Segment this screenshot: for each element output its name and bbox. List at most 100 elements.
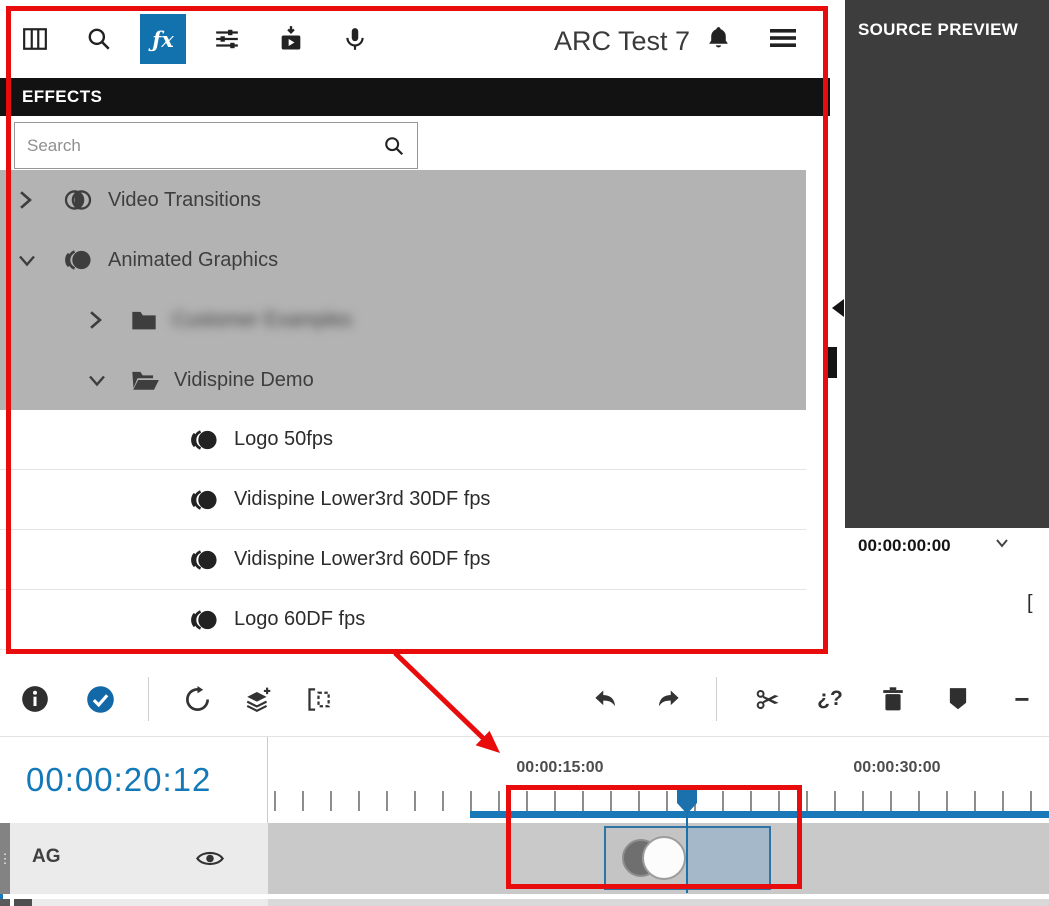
toolbar-icon-group: ƒx (12, 14, 378, 64)
board-view-button[interactable] (12, 14, 58, 64)
chevron-right-icon[interactable] (18, 190, 38, 210)
tree-item-lower3rd-30df[interactable]: Vidispine Lower3rd 30DF fps (0, 470, 806, 530)
project-title: ARC Test 7 (528, 26, 690, 57)
track-visibility-toggle[interactable] (196, 849, 224, 868)
tree-item-vidispine-demo[interactable]: Vidispine Demo (0, 350, 806, 410)
tree-item-label: Animated Graphics (108, 249, 278, 272)
export-media-button[interactable] (268, 14, 314, 64)
effects-tree: Video Transitions Animated Graphics (0, 170, 806, 650)
minus-icon: − (1014, 684, 1029, 715)
insert-bracket-icon (305, 686, 332, 713)
chevron-down-icon[interactable] (88, 373, 108, 388)
board-view-icon (22, 26, 48, 52)
timeline-ruler[interactable]: 00:00:15:00 00:00:30:00 (268, 737, 1049, 823)
chevron-right-icon[interactable] (88, 310, 108, 330)
search-icon[interactable] (383, 135, 417, 157)
folder-icon (130, 308, 158, 332)
toggle-light-circle (642, 836, 686, 880)
tree-item-animated-graphics[interactable]: Animated Graphics (0, 230, 806, 290)
fx-icon: ƒx (152, 27, 174, 52)
folder-open-icon (130, 368, 160, 392)
tree-item-label: Video Transitions (108, 189, 261, 212)
check-circle-icon (86, 685, 115, 714)
animated-graphics-icon (188, 547, 220, 573)
transition-graphic-icon (622, 836, 686, 880)
video-transition-icon (62, 187, 94, 213)
timeline-toolbar: ¿? − (0, 661, 1049, 737)
ruler-label: 00:00:15:00 (498, 759, 622, 777)
effects-search-input[interactable] (15, 136, 383, 156)
track-lane-partial (268, 899, 1049, 906)
track-drag-handle[interactable] (0, 899, 10, 906)
track-icon-partial (14, 899, 32, 906)
timeline-duration-bar (470, 811, 1049, 818)
app-window: ƒx (0, 0, 1049, 906)
reset-button[interactable] (175, 675, 219, 723)
playhead-line (686, 811, 688, 893)
animated-graphics-icon (188, 607, 220, 633)
mark-in-button[interactable]: [ (1027, 592, 1033, 615)
undo-arrow-icon (592, 687, 619, 712)
tree-item-logo-60df[interactable]: Logo 60DF fps (0, 590, 806, 650)
toolbar-separator (148, 677, 149, 721)
approve-button[interactable] (78, 675, 122, 723)
sliders-icon (214, 26, 240, 52)
ruler-label: 00:00:30:00 (835, 759, 959, 777)
effects-search-box (14, 122, 418, 169)
tree-item-lower3rd-60df[interactable]: Vidispine Lower3rd 60DF fps (0, 530, 806, 590)
track-header: AG (10, 823, 268, 894)
timeline-panel: ¿? − 00:00:20:12 00:00:15:00 (0, 661, 1049, 906)
zoom-out-button[interactable]: − (1000, 675, 1044, 723)
redo-button[interactable] (646, 675, 690, 723)
effects-panel-title: EFFECTS (22, 87, 102, 107)
marker-flag-icon (947, 686, 969, 712)
track-lane (268, 823, 1049, 894)
hamburger-menu-icon (768, 26, 798, 50)
settings-sliders-button[interactable] (204, 14, 250, 64)
add-marker-button[interactable] (936, 675, 980, 723)
tree-item-label: Logo 50fps (234, 428, 333, 451)
tree-item-logo-50fps[interactable]: Logo 50fps (0, 410, 806, 470)
track-name: AG (32, 846, 61, 868)
track-row: ⋮ AG (0, 823, 1049, 894)
ruler-ticks (274, 791, 1049, 811)
tree-item-customer-examples[interactable]: Customer Examples (0, 290, 806, 350)
timeline-ruler-row: 00:00:20:12 00:00:15:00 00:00:30:00 (0, 737, 1049, 823)
search-button[interactable] (76, 14, 122, 64)
panel-collapse-arrow[interactable] (832, 299, 844, 317)
clip-info-button[interactable] (13, 675, 57, 723)
tree-item-label: Vidispine Lower3rd 30DF fps (234, 488, 490, 511)
chevron-down-icon[interactable] (18, 253, 38, 268)
animated-graphics-icon (188, 427, 220, 453)
redo-arrow-icon (655, 687, 682, 712)
voiceover-button[interactable] (332, 14, 378, 64)
source-preview-video-area (845, 0, 1049, 528)
microphone-icon (342, 26, 368, 52)
tree-item-label: Vidispine Lower3rd 60DF fps (234, 548, 490, 571)
scrollbar-thumb[interactable] (826, 347, 837, 378)
tree-item-label: Vidispine Demo (174, 369, 314, 392)
notifications-button[interactable] (706, 24, 731, 51)
timecode-dropdown-button[interactable] (995, 538, 1009, 548)
source-timecode: 00:00:00:00 (858, 536, 951, 556)
tree-item-label: Customer Examples (172, 309, 352, 332)
add-layer-button[interactable] (236, 675, 280, 723)
circular-arrow-icon (184, 686, 211, 713)
main-menu-button[interactable] (768, 26, 798, 50)
animated-graphics-icon (62, 247, 94, 273)
trash-icon (881, 686, 905, 712)
source-preview-panel: SOURCE PREVIEW 00:00:00:00 [ (845, 0, 1049, 655)
effects-panel-header: EFFECTS (0, 78, 830, 116)
layers-plus-icon (244, 686, 273, 713)
export-media-icon (277, 25, 305, 53)
cut-button[interactable] (746, 675, 790, 723)
current-timecode: 00:00:20:12 (26, 761, 211, 799)
undo-button[interactable] (583, 675, 627, 723)
insert-clip-button[interactable] (296, 675, 340, 723)
ripple-tool-button[interactable]: ¿? (808, 675, 852, 723)
effects-tab-button[interactable]: ƒx (140, 14, 186, 64)
delete-button[interactable] (871, 675, 915, 723)
track-drag-handle[interactable]: ⋮ (0, 823, 10, 894)
tree-item-video-transitions[interactable]: Video Transitions (0, 170, 806, 230)
source-preview-title: SOURCE PREVIEW (858, 20, 1018, 40)
